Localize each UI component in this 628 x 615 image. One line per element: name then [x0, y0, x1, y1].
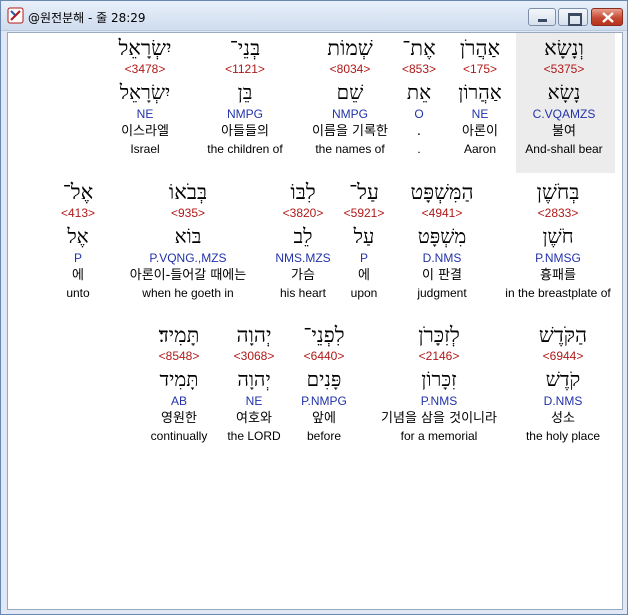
word-cell[interactable]: אֶל־ <413> אֶל P 에 unto: [0, 179, 158, 301]
hebrew-word: אֶל־: [62, 180, 94, 204]
hebrew-lemma: יִשְׂרָאֵל: [119, 80, 171, 104]
minimize-button[interactable]: [528, 8, 556, 26]
word-cell[interactable]: תָּמִיד׃ <8548> תָּמִיד AB 영원한 continually: [99, 322, 259, 444]
analysis-pane: וְנָשָׂא <5375> נָשָׂא C.VQAMZS 불여 And-shall …: [7, 32, 623, 610]
morph-code: NE: [136, 107, 154, 121]
word-cell[interactable]: יִשְׂרָאֵל <3478> יִשְׂרָאֵל NE 이스라엘 Israel: [65, 35, 225, 157]
morph-code: AB: [170, 394, 187, 408]
hebrew-lemma: תָּמִיד: [159, 367, 199, 391]
english-gloss: unto: [66, 286, 90, 300]
korean-gloss: 이스라엘: [121, 124, 169, 139]
strong-number: <3478>: [124, 62, 166, 76]
maximize-button[interactable]: [558, 8, 588, 26]
close-button[interactable]: [591, 8, 623, 26]
english-gloss: continually: [150, 429, 208, 443]
strong-number: <413>: [60, 206, 96, 220]
window-title: @원전분해 - 줄 28:29: [28, 11, 146, 25]
english-gloss: Israel: [130, 142, 160, 156]
hebrew-lemma: אֶל: [67, 224, 89, 248]
close-icon: [602, 12, 614, 23]
hebrew-word: יִשְׂרָאֵל: [118, 36, 172, 60]
morph-code: P: [73, 251, 82, 265]
strong-number: <8548>: [158, 349, 200, 363]
title-bar[interactable]: @원전분해 - 줄 28:29: [1, 1, 627, 31]
app-window: @원전분해 - 줄 28:29 וְנָשָׂא <5375> נָשָׂא C.VQ…: [0, 0, 628, 615]
hebrew-word: תָּמִיד׃: [158, 323, 200, 347]
app-icon: [7, 7, 24, 24]
korean-gloss: 영원한: [161, 411, 197, 426]
korean-gloss: 에: [72, 268, 84, 283]
